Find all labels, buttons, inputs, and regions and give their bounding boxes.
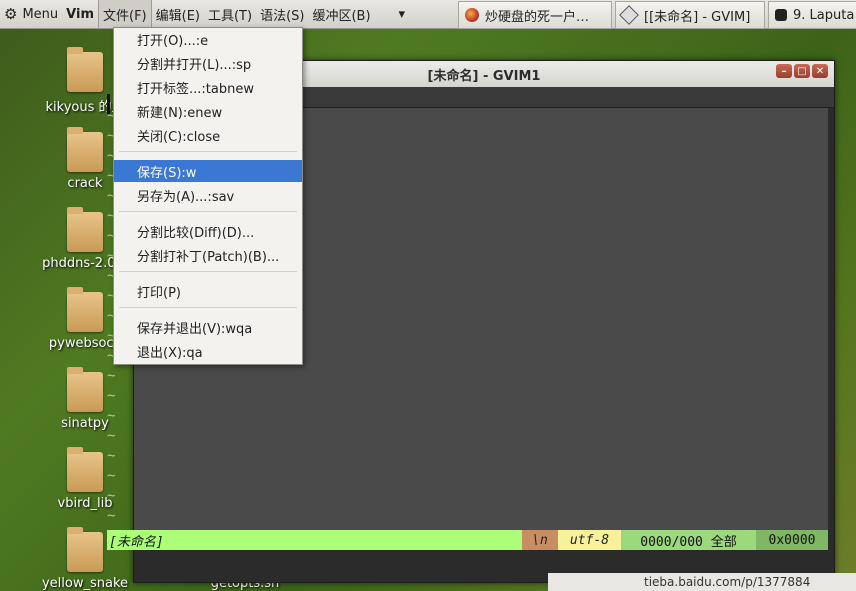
menu-item-print[interactable]: 打印(P) xyxy=(114,280,302,302)
menu-edit[interactable]: 编辑(E) xyxy=(152,0,204,28)
vim-statusline: [未命名] \n utf-8 0000/000 全部 0x0000 xyxy=(107,530,828,550)
taskbar: 炒硬盘的死一户… [[未命名] - GVIM] 9. Laputa xyxy=(458,0,856,29)
background-window-strip[interactable]: tieba.baidu.com/p/1377884 xyxy=(548,573,856,591)
menu-separator xyxy=(119,211,297,212)
task-label: [[未命名] - GVIM] xyxy=(644,9,751,25)
task-browser[interactable]: 炒硬盘的死一户… xyxy=(458,1,612,29)
menu-item-split-open[interactable]: 分割并打开(L)...:sp xyxy=(114,52,302,74)
desktop-icon-label: yellow_snake xyxy=(41,576,129,591)
maximize-icon[interactable]: □ xyxy=(794,64,810,78)
task-label: 9. Laputa xyxy=(793,7,855,23)
menu-item-new[interactable]: 新建(N):enew xyxy=(114,100,302,122)
menu-label: Menu xyxy=(22,6,59,22)
folder-icon xyxy=(67,367,103,412)
close-icon[interactable]: ✕ xyxy=(812,64,828,78)
menu-item-open[interactable]: 打开(O)...:e xyxy=(114,28,302,50)
window-controls: – □ ✕ xyxy=(776,64,828,78)
folder-icon xyxy=(67,447,103,492)
task-gvim[interactable]: [[未命名] - GVIM] xyxy=(615,1,765,29)
menu-item-open-tab[interactable]: 打开标签...:tabnew xyxy=(114,76,302,98)
empty-line-marker: ~ xyxy=(107,428,116,444)
status-encoding: utf-8 xyxy=(558,530,621,550)
empty-line-marker: ~ xyxy=(107,448,116,464)
folder-icon xyxy=(67,127,103,172)
app-icon xyxy=(775,9,787,21)
file-menu-dropdown: 打开(O)...:e 分割并打开(L)...:sp 打开标签...:tabnew… xyxy=(113,27,303,365)
task-laputa[interactable]: 9. Laputa xyxy=(768,1,856,29)
menu-separator xyxy=(119,271,297,272)
status-position: 0000/000 全部 xyxy=(621,530,756,550)
empty-line-marker: ~ xyxy=(107,368,116,384)
desktop-icon-vbird[interactable]: vbird_lib xyxy=(40,447,130,511)
menu-tools[interactable]: 工具(T) xyxy=(204,0,256,28)
menu-item-split-patch[interactable]: 分割打补丁(Patch)(B)... xyxy=(114,244,302,266)
folder-icon xyxy=(67,207,103,252)
desktop-icon-label: sinatpy xyxy=(61,416,109,431)
desktop-icon-label: vbird_lib xyxy=(57,496,113,511)
menu-syntax[interactable]: 语法(S) xyxy=(256,0,308,28)
status-filename: [未命名] xyxy=(107,530,522,550)
firefox-icon xyxy=(465,8,479,22)
url-text: tieba.baidu.com/p/1377884 xyxy=(644,575,811,589)
menu-item-close[interactable]: 关闭(C):close xyxy=(114,124,302,146)
desktop-icon-sinatpy[interactable]: sinatpy xyxy=(40,367,130,431)
top-panel: ⚙ Menu Vim 文件(F) 编辑(E) 工具(T) 语法(S) 缓冲区(B… xyxy=(0,0,856,29)
empty-line-marker: ~ xyxy=(107,508,116,524)
gear-icon: ⚙ xyxy=(4,5,18,23)
menu-item-save-quit[interactable]: 保存并退出(V):wqa xyxy=(114,316,302,338)
empty-line-marker: ~ xyxy=(107,408,116,424)
status-fileformat: \n xyxy=(522,530,558,550)
home-folder-icon xyxy=(67,47,103,92)
menu-item-split-diff[interactable]: 分割比较(Diff)(D)... xyxy=(114,220,302,242)
app-menu-vim[interactable]: Vim xyxy=(62,0,98,28)
menu-file[interactable]: 文件(F) xyxy=(98,0,152,28)
menu-item-save-as[interactable]: 另存为(A)...:sav xyxy=(114,184,302,206)
menu-button[interactable]: ⚙ Menu xyxy=(0,0,62,28)
overflow-chevron-icon[interactable]: ▾ xyxy=(395,0,410,28)
menu-separator xyxy=(119,151,297,152)
window-title: [未命名] - GVIM1 xyxy=(427,68,541,84)
menu-item-quit[interactable]: 退出(X):qa xyxy=(114,340,302,362)
empty-line-marker: ~ xyxy=(107,488,116,504)
minimize-icon[interactable]: – xyxy=(776,64,792,78)
menu-item-save[interactable]: 保存(S):w xyxy=(114,160,302,182)
empty-line-marker: ~ xyxy=(107,388,116,404)
menu-buffers[interactable]: 缓冲区(B) xyxy=(308,0,374,28)
task-label: 炒硬盘的死一户… xyxy=(485,9,590,25)
status-hex: 0x0000 xyxy=(756,530,828,550)
menu-separator xyxy=(119,307,297,308)
folder-icon xyxy=(67,287,103,332)
empty-line-marker: ~ xyxy=(107,468,116,484)
folder-icon xyxy=(67,527,103,572)
vim-icon xyxy=(619,5,639,25)
